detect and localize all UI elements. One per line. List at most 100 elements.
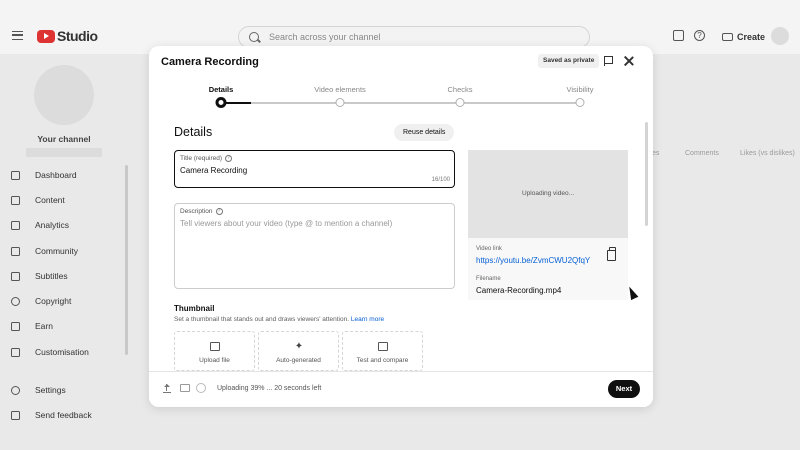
table-column-header: Comments [685, 150, 719, 157]
sidebar-item-label: Copyright [35, 296, 72, 306]
sidebar-item-send-feedback[interactable]: Send feedback [0, 405, 124, 425]
community-icon [11, 246, 20, 256]
sidebar-item-content[interactable]: Content [0, 190, 124, 210]
thumbnail-option-label: Auto-generated [276, 357, 321, 364]
video-link-label: Video link [476, 246, 502, 252]
menu-icon[interactable] [12, 31, 23, 40]
step-video-elements-dot[interactable] [335, 98, 345, 107]
account-avatar[interactable] [771, 27, 789, 45]
image-upload-icon [210, 342, 220, 351]
step-checks-dot[interactable] [455, 98, 465, 107]
video-link[interactable]: https://youtu.be/ZvmCWU2QfqY [476, 256, 590, 265]
sidebar-item-label: Subtitles [35, 271, 68, 281]
sidebar-item-copyright[interactable]: Copyright [0, 291, 124, 311]
upload-progress-text: Uploading 39% ... 20 seconds left [217, 385, 322, 392]
sidebar-item-label: Settings [35, 385, 66, 395]
auto-generated-thumbnail-button[interactable]: ✦ Auto-generated [258, 331, 339, 371]
feedback-icon [11, 410, 20, 420]
video-camera-icon [722, 33, 733, 41]
sidebar-item-label: Analytics [35, 220, 70, 230]
step-visibility[interactable]: Visibility [567, 85, 594, 94]
settings-icon [11, 385, 20, 395]
step-visibility-dot[interactable] [575, 98, 585, 107]
character-count: 16/100 [431, 177, 450, 183]
content-icon [11, 195, 20, 205]
next-button[interactable]: Next [608, 380, 640, 398]
help-icon[interactable]: ? [694, 30, 705, 41]
close-icon[interactable] [623, 55, 635, 67]
sidebar-item-label: Earn [35, 321, 53, 331]
step-details[interactable]: Details [209, 85, 234, 94]
help-icon[interactable]: ? [225, 155, 233, 162]
sparkle-icon: ✦ [294, 341, 304, 352]
step-video-elements[interactable]: Video elements [314, 85, 366, 94]
sidebar-item-analytics[interactable]: Analytics [0, 215, 124, 235]
hd-icon[interactable] [180, 384, 190, 392]
upload-thumbnail-button[interactable]: Upload file [174, 331, 255, 371]
sidebar-item-label: Customisation [35, 347, 89, 357]
video-preview: Uploading video... [468, 150, 628, 238]
chart-icon [378, 342, 388, 351]
title-label-text: Title (required) [180, 155, 223, 162]
customisation-icon [11, 347, 20, 357]
video-preview-panel: Uploading video... Video link https://yo… [468, 150, 628, 300]
thumbnail-option-label: Test and compare [356, 357, 409, 364]
sidebar-scrollbar[interactable] [125, 165, 128, 355]
title-input[interactable]: Camera Recording [180, 166, 247, 175]
earn-icon [11, 321, 20, 331]
dialog-scrollbar[interactable] [645, 122, 648, 226]
reuse-details-button[interactable]: Reuse details [394, 124, 455, 141]
sidebar-item-label: Community [35, 246, 78, 256]
test-and-compare-button[interactable]: Test and compare [342, 331, 423, 371]
sidebar-item-community[interactable]: Community [0, 241, 124, 261]
dialog-title: Camera Recording [161, 56, 259, 68]
search-placeholder: Search across your channel [269, 32, 381, 42]
description-input[interactable]: Tell viewers about your video (type @ to… [180, 219, 392, 228]
channel-avatar[interactable] [34, 65, 94, 125]
messages-icon[interactable] [673, 30, 684, 41]
saved-status-badge: Saved as private [538, 54, 600, 68]
dialog-footer: Uploading 39% ... 20 seconds left Next [149, 371, 653, 407]
learn-more-link[interactable]: Learn more [351, 316, 384, 323]
feedback-flag-icon[interactable] [604, 56, 613, 66]
upload-details-dialog: Camera Recording Saved as private Detail… [149, 46, 653, 407]
description-field[interactable]: Description ? Tell viewers about your vi… [174, 203, 455, 289]
uploading-status: Uploading video... [521, 190, 575, 197]
analytics-icon [11, 220, 20, 230]
sidebar-item-dashboard[interactable]: Dashboard [0, 165, 124, 185]
sidebar-item-label: Send feedback [35, 410, 92, 420]
youtube-logo-icon [37, 29, 55, 43]
search-input[interactable]: Search across your channel [238, 26, 590, 48]
studio-logo[interactable]: Studio [37, 28, 98, 44]
sidebar-item-settings[interactable]: Settings [0, 380, 124, 400]
subtitles-icon [11, 271, 20, 281]
sidebar-item-label: Content [35, 195, 65, 205]
sidebar-item-subtitles[interactable]: Subtitles [0, 266, 124, 286]
table-column-header: es [652, 150, 660, 157]
thumbnail-option-label: Upload file [199, 357, 230, 364]
sidebar-item-customisation[interactable]: Customisation [0, 342, 124, 362]
dashboard-icon [11, 170, 20, 180]
channel-name-placeholder [26, 148, 102, 157]
thumbnail-description-text: Set a thumbnail that stands out and draw… [174, 316, 350, 323]
description-field-label: Description ? [180, 208, 223, 215]
thumbnail-title: Thumbnail [174, 304, 215, 313]
copyright-icon [11, 296, 20, 306]
filename-value: Camera-Recording.mp4 [476, 286, 562, 295]
sidebar-item-label: Dashboard [35, 170, 77, 180]
checks-icon[interactable] [196, 383, 206, 393]
upload-icon[interactable] [163, 384, 171, 393]
help-icon[interactable]: ? [215, 208, 223, 215]
title-field[interactable]: Title (required) ? Camera Recording 16/1… [174, 150, 455, 188]
sidebar: Your channel Dashboard Content Analytics… [0, 54, 130, 450]
step-checks[interactable]: Checks [447, 85, 472, 94]
step-details-dot[interactable] [215, 97, 227, 108]
description-label-text: Description [180, 208, 213, 215]
copy-icon[interactable] [607, 247, 616, 261]
title-field-label: Title (required) ? [180, 155, 233, 162]
channel-label: Your channel [37, 134, 91, 144]
sidebar-item-earn[interactable]: Earn [0, 316, 124, 336]
create-button[interactable]: Create [716, 27, 771, 47]
section-title: Details [174, 125, 213, 139]
table-column-header: Likes (vs dislikes) [740, 150, 795, 157]
